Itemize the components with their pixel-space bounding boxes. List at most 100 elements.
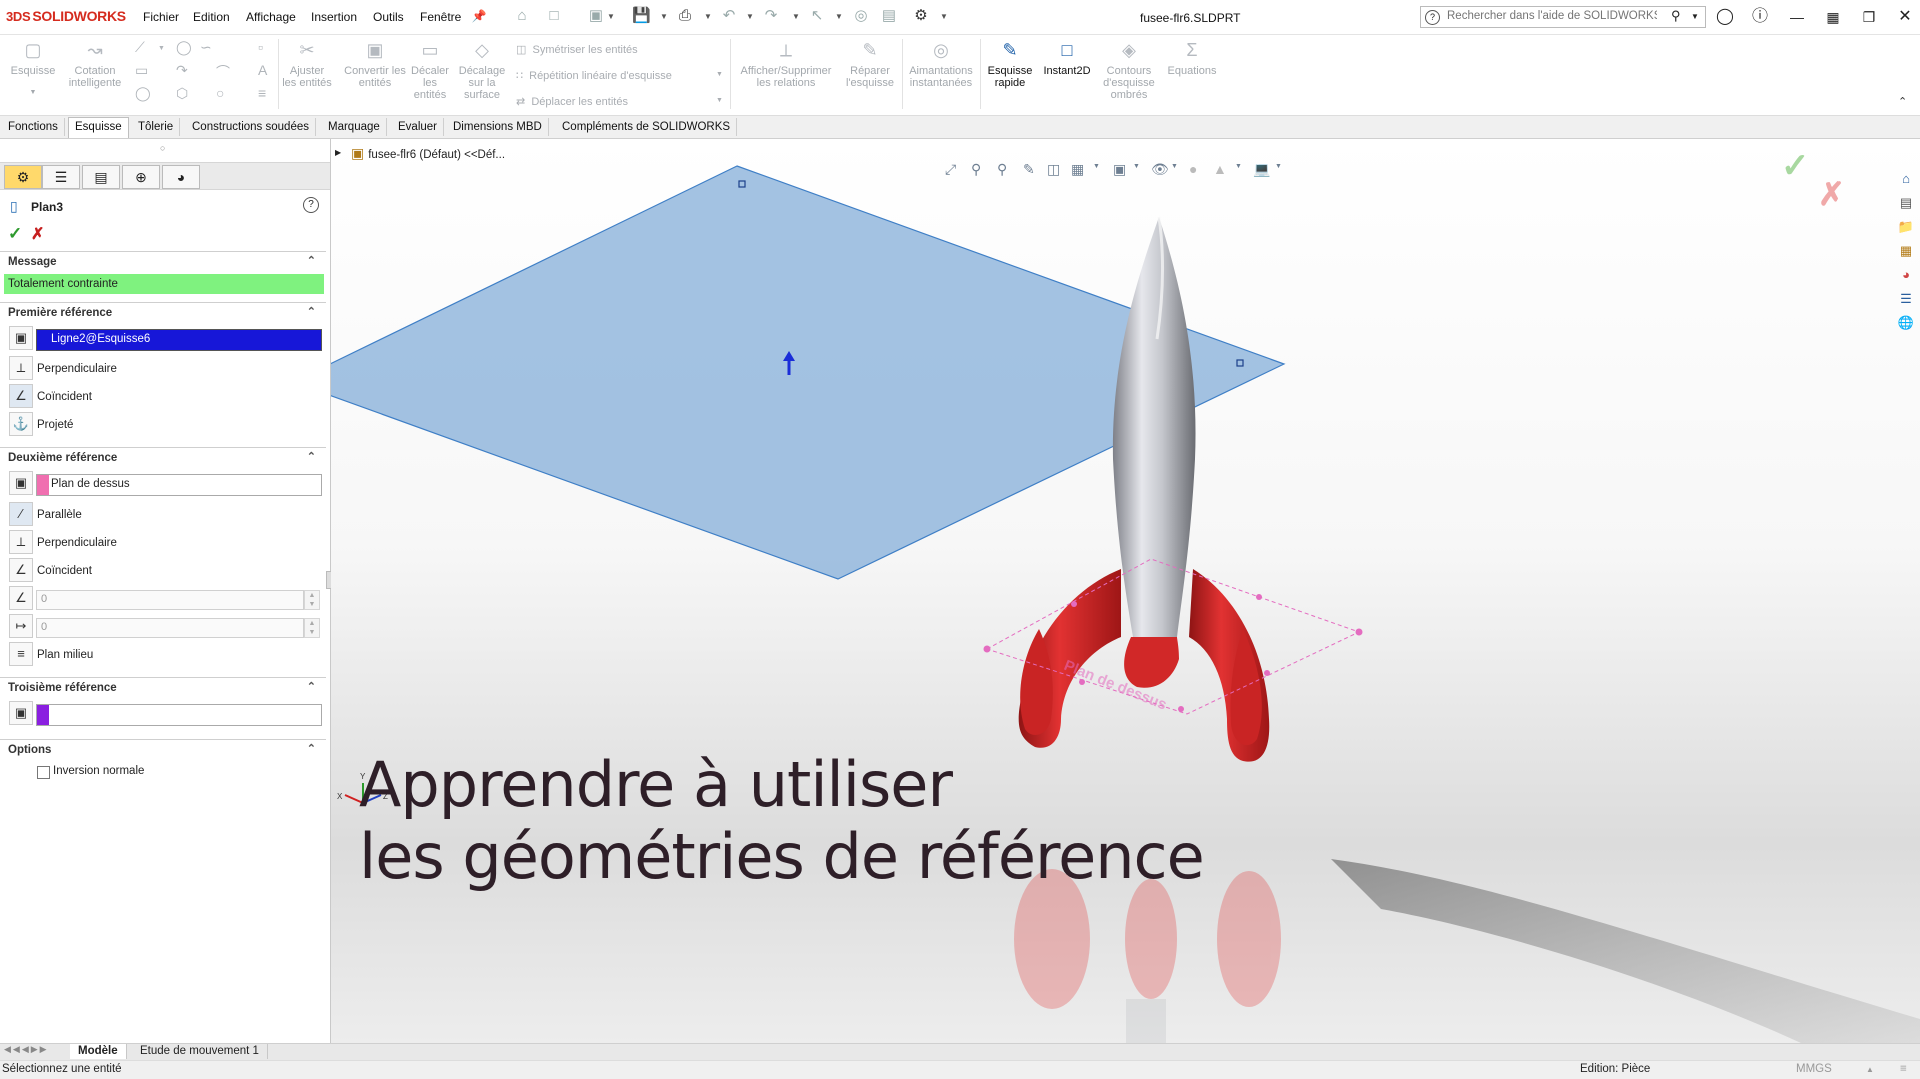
repair-sketch-button[interactable]: ✎ Réparer l'esquisse (840, 39, 900, 89)
tab-evaluer[interactable]: Evaluer (392, 118, 444, 136)
menu-edition[interactable]: Edition (193, 10, 230, 24)
display-manager-tab-icon[interactable]: ◕ (162, 165, 200, 189)
tab-dimensions-mbd[interactable]: Dimensions MBD (447, 118, 549, 136)
trim-entities-button[interactable]: ✂ Ajuster les entités (282, 39, 332, 89)
rectangle-tool-icon[interactable]: ▭ (135, 62, 148, 79)
message-section-header[interactable]: Message ⌃ (0, 251, 326, 272)
polygon-tool-icon[interactable]: ⬡ (176, 85, 188, 102)
home-icon[interactable]: ⌂ (513, 7, 531, 25)
third-reference-field[interactable] (36, 704, 322, 726)
parallel-icon[interactable]: ∕ (9, 502, 33, 526)
coincident-icon[interactable]: ∠ (9, 558, 33, 582)
print-icon[interactable]: ⎙ (676, 7, 694, 25)
undo-icon[interactable]: ↶ (720, 7, 738, 25)
select-cursor-icon[interactable]: ↖ (808, 7, 826, 25)
point-tool-icon[interactable]: ▫ (258, 39, 263, 55)
unit-system-caret-icon[interactable]: ▲ (1866, 1065, 1874, 1074)
collapse-ribbon-icon[interactable]: ⌃ (1898, 95, 1907, 108)
second-reference-field[interactable]: Plan de dessus (36, 474, 322, 496)
menu-affichage[interactable]: Affichage (246, 10, 296, 24)
menu-fenetre[interactable]: Fenêtre (420, 10, 461, 24)
first-reference-field[interactable]: Ligne2@Esquisse6 (36, 329, 322, 351)
linear-pattern-button[interactable]: ∷ Répétition linéaire d'esquisse (516, 69, 672, 82)
distance-input[interactable]: 0 (36, 618, 304, 638)
print-caret-icon[interactable]: ▼ (704, 12, 712, 21)
equations-button[interactable]: Σ Equations (1164, 39, 1220, 77)
options-caret-icon[interactable]: ▼ (940, 12, 948, 21)
user-account-icon[interactable]: ◯ (1714, 6, 1736, 28)
tab-constructions-soudees[interactable]: Constructions soudées (186, 118, 316, 136)
rapid-sketch-button[interactable]: ✎ Esquisse rapide (984, 39, 1036, 89)
graphics-area[interactable]: ▶ ▣ fusee-flr6 (Défaut) <<Déf... ⤢ ⚲ ⚲ ✎ … (331, 139, 1920, 1043)
rocket-body[interactable] (1112, 217, 1196, 637)
arc-tool-icon[interactable]: ↷ (176, 62, 188, 79)
tab-esquisse[interactable]: Esquisse (68, 117, 129, 138)
restore-window-button[interactable]: ❐ (1858, 6, 1880, 28)
unit-system-status[interactable]: MMGS (1796, 1063, 1832, 1075)
menu-outils[interactable]: Outils (373, 10, 404, 24)
first-reference-header[interactable]: Première référence ⌃ (0, 302, 326, 323)
angle-input[interactable]: 0 (36, 590, 304, 610)
rocket-nozzle-fin[interactable] (1124, 637, 1179, 688)
save-icon[interactable]: 💾 (632, 7, 651, 25)
third-reference-header[interactable]: Troisième référence ⌃ (0, 677, 326, 698)
slot-tool-icon[interactable]: ◯ (135, 85, 151, 102)
tab-scroll-arrows-icon[interactable]: ◀◀◀▶▶ (4, 1044, 49, 1055)
coincident-icon[interactable]: ∠ (9, 384, 33, 408)
search-icon[interactable]: ⚲ (1671, 8, 1681, 24)
linear-pattern-caret-icon[interactable]: ▼ (716, 71, 723, 78)
close-window-button[interactable]: ✕ (1894, 6, 1916, 28)
mid-plane-icon[interactable]: ≡ (9, 642, 33, 666)
instant2d-button[interactable]: □ Instant2D (1040, 39, 1094, 77)
options-gear-icon[interactable]: ⚙ (912, 7, 930, 25)
feature-manager-tab-icon[interactable]: ⚙ (4, 165, 42, 189)
save-caret-icon[interactable]: ▼ (660, 12, 668, 21)
select-caret-icon[interactable]: ▼ (835, 12, 843, 21)
tab-complements[interactable]: Compléments de SOLIDWORKS (556, 118, 738, 136)
solidworks-logo[interactable]: 3DS SOLIDWORKS (6, 8, 126, 24)
tab-tolerie[interactable]: Tôlerie (132, 118, 181, 136)
redo-icon[interactable]: ↷ (762, 7, 780, 25)
fillet-tool-icon[interactable]: ⌒ (216, 62, 230, 82)
options-section-header[interactable]: Options ⌃ (0, 739, 326, 760)
help-search-input[interactable] (1445, 9, 1659, 23)
file-properties-icon[interactable]: ▤ (880, 7, 898, 25)
redo-caret-icon[interactable]: ▼ (792, 12, 800, 21)
convert-entities-button[interactable]: ▣ Convertir les entités (342, 39, 408, 89)
move-caret-icon[interactable]: ▼ (716, 97, 723, 104)
shaded-sketch-contours-button[interactable]: ◈ Contours d'esquisse ombrés (1098, 39, 1160, 101)
distance-spinner[interactable]: ▲ ▼ (304, 618, 320, 638)
cancel-x-icon[interactable]: ✗ (31, 224, 44, 244)
circle-tool-icon[interactable]: ◯ (176, 39, 192, 56)
angle-icon[interactable]: ∠ (9, 586, 33, 610)
line-tool-icon[interactable]: ⟋ (135, 39, 145, 56)
menu-insertion[interactable]: Insertion (311, 10, 357, 24)
minimize-button[interactable]: — (1786, 6, 1808, 28)
status-options-icon[interactable]: ≡ (1900, 1063, 1907, 1075)
text-tool-icon[interactable]: A (258, 62, 267, 78)
spline-tool-icon[interactable]: ∽ (200, 39, 212, 56)
display-relations-button[interactable]: ⟂ Afficher/Supprimer les relations (734, 39, 838, 89)
projected-icon[interactable]: ⚓ (9, 412, 33, 436)
search-caret-icon[interactable]: ▼ (1691, 12, 1699, 21)
line-caret-icon[interactable]: ▼ (158, 45, 165, 52)
smart-dimension-button[interactable]: ↝ Cotation intelligente (64, 39, 126, 89)
dimxpert-tab-icon[interactable]: ⊕ (122, 165, 160, 189)
tile-window-button[interactable]: ▦ (1822, 6, 1844, 28)
perpendicular-icon[interactable]: ⟂ (9, 356, 33, 380)
menu-fichier[interactable]: Fichier (143, 10, 179, 24)
ok-check-icon[interactable]: ✓ (8, 224, 22, 244)
new-document-icon[interactable]: □ (545, 7, 563, 25)
help-icon[interactable]: ? (303, 197, 319, 213)
centerline-tool-icon[interactable]: ≡ (258, 85, 266, 101)
open-caret-icon[interactable]: ▼ (607, 12, 615, 21)
second-reference-header[interactable]: Deuxième référence ⌃ (0, 447, 326, 468)
panel-splitter-handle[interactable]: ○ (160, 143, 165, 153)
sketch-button[interactable]: ▢ Esquisse ▼ (6, 39, 60, 99)
perpendicular-icon[interactable]: ⟂ (9, 530, 33, 554)
tab-motion-study[interactable]: Etude de mouvement 1 (132, 1044, 268, 1059)
pin-icon[interactable]: 📌 (470, 7, 488, 25)
tab-modele[interactable]: Modèle (70, 1044, 127, 1059)
offset-on-surface-button[interactable]: ◇ Décalage sur la surface (456, 39, 508, 101)
quick-snaps-button[interactable]: ◎ Aimantations instantanées (906, 39, 976, 89)
